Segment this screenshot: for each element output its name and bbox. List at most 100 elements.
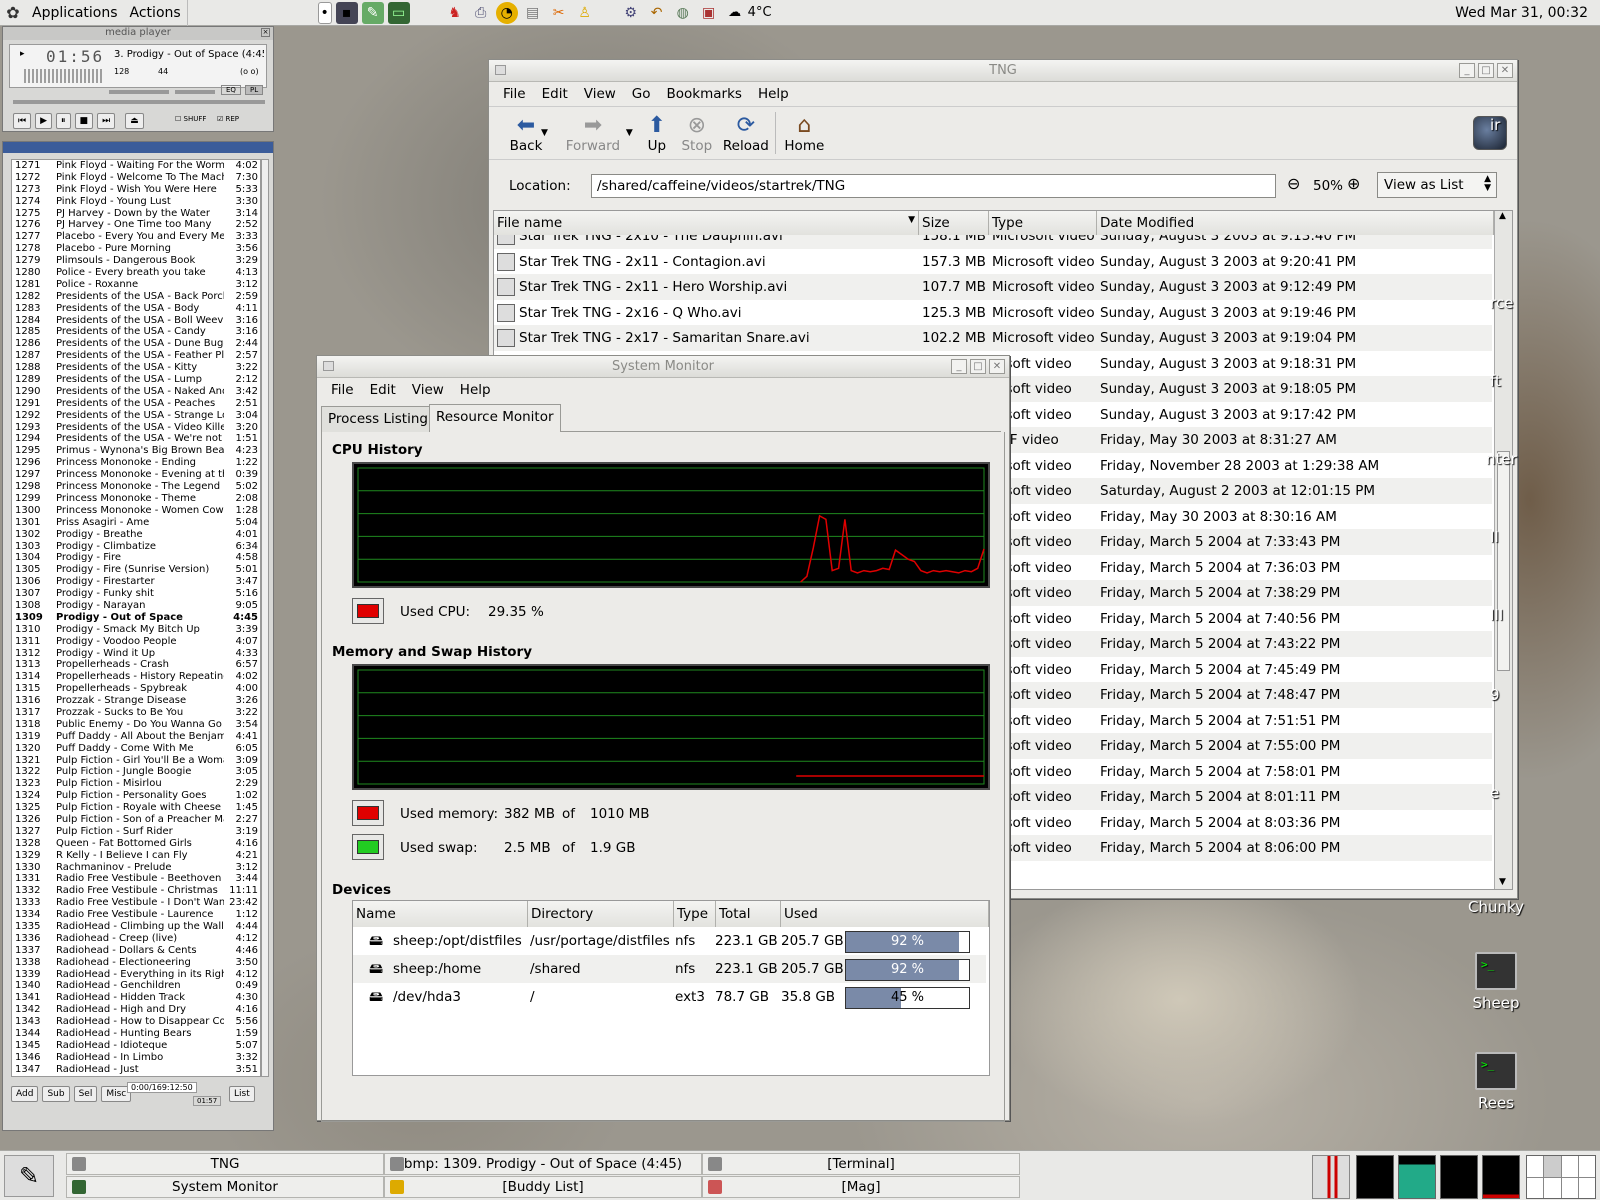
notes-icon[interactable]: ▤ (522, 2, 544, 24)
playlist-item[interactable]: 1279 Plimsouls - Dangerous Book 3:29 (12, 255, 260, 267)
memory-color-button[interactable] (352, 800, 384, 826)
gnome-foot-icon[interactable]: ✿ (2, 2, 24, 24)
desktop-icon-label-fragment[interactable]: e (1490, 784, 1499, 802)
playlist-item[interactable]: 1327 Pulp Fiction - Surf Rider 3:19 (12, 826, 260, 838)
device-row[interactable]: 🖴 sheep:/opt/distfiles/usr/portage/distfi… (353, 927, 986, 955)
desktop-icon-label-fragment[interactable]: III (1490, 606, 1503, 624)
up-button[interactable]: ⬆ Up (637, 112, 677, 155)
cpu-color-button[interactable] (352, 598, 384, 624)
playlist-item[interactable]: 1325 Pulp Fiction - Royale with Cheese 1:4… (12, 802, 260, 814)
zoom-level[interactable]: 50% (1313, 178, 1343, 194)
desktop-icon-rees[interactable]: >_ Rees (1456, 1052, 1536, 1112)
playlist-item[interactable]: 1321 Pulp Fiction - Girl You'll Be a Woma… (12, 755, 260, 767)
playlist-item[interactable]: 1326 Pulp Fiction - Son of a Preacher Man… (12, 814, 260, 826)
dev-col-total[interactable]: Total (716, 901, 781, 927)
terminal-launcher-icon[interactable]: ▪ (335, 1, 358, 24)
playlist-item[interactable]: 1341 RadioHead - Hidden Track 4:30 (12, 992, 260, 1004)
playlist-item[interactable]: 1342 RadioHead - High and Dry 4:16 (12, 1004, 260, 1016)
playlist-item[interactable]: 1272 Pink Floyd - Welcome To The Machine 7… (12, 172, 260, 184)
applications-menu[interactable]: Applications (26, 0, 124, 26)
play-icon[interactable]: ▶ (35, 113, 53, 129)
playlist-toggle[interactable]: PL (245, 85, 264, 95)
stop-button[interactable]: ⊗ Stop (677, 112, 717, 155)
playlist-item[interactable]: 1317 Prozzak - Sucks to Be You 3:22 (12, 707, 260, 719)
playlist-item[interactable]: 1340 RadioHead - Genchildren 0:49 (12, 980, 260, 992)
playlist-item[interactable]: 1312 Prodigy - Wind it Up 4:33 (12, 648, 260, 660)
desktop-icon-sheep[interactable]: >_ Sheep (1456, 952, 1536, 1012)
menu-help[interactable]: Help (452, 382, 499, 398)
playlist-item[interactable]: 1324 Pulp Fiction - Personality Goes 1:02 (12, 790, 260, 802)
forward-button[interactable]: ➡ Forward (554, 112, 632, 155)
column-date-modified[interactable]: Date Modified (1097, 211, 1494, 235)
playlist-item[interactable]: 1293 Presidents of the USA - Video Killed… (12, 422, 260, 434)
playlist-item[interactable]: 1292 Presidents of the USA - Strange Love… (12, 410, 260, 422)
playlist-scrollbar[interactable] (261, 159, 269, 1077)
playlist-item[interactable]: 1305 Prodigy - Fire (Sunrise Version) 5:01 (12, 564, 260, 576)
menu-view[interactable]: View (576, 86, 624, 102)
tools-launcher-icon[interactable]: ✎ (361, 1, 384, 24)
workspace-5[interactable] (1527, 1177, 1544, 1198)
desktop-icon-label-fragment[interactable]: II (1490, 528, 1499, 546)
zoom-in-icon[interactable]: ⊕ (1347, 174, 1360, 193)
workspace-1[interactable] (1527, 1156, 1544, 1177)
workspace-4[interactable] (1578, 1156, 1595, 1177)
playlist-item[interactable]: 1298 Princess Mononoke - The Legend 5:02 (12, 481, 260, 493)
playlist-item[interactable]: 1300 Princess Mononoke - Women Cow 1:28 (12, 505, 260, 517)
stop-icon[interactable]: ■ (74, 113, 94, 129)
window-menu-icon[interactable] (323, 361, 334, 371)
desktop-icon-label-fragment[interactable]: ft (1490, 372, 1501, 390)
actions-menu[interactable]: Actions (124, 0, 188, 26)
playlist-item[interactable]: 1323 Pulp Fiction - Misirlou 2:29 (12, 778, 260, 790)
media-player-close-icon[interactable]: × (261, 28, 270, 37)
device-row[interactable]: 🖴 sheep:/home/shared nfs 223.1 GB 205.7 GB 92… (353, 955, 986, 983)
seek-slider[interactable] (13, 100, 265, 104)
minimize-icon[interactable]: _ (951, 359, 967, 374)
workspace-switcher[interactable] (1526, 1155, 1596, 1199)
playlist-item[interactable]: 1330 Rachmaninov - Prelude 3:12 (12, 862, 260, 874)
dev-col-used[interactable]: Used (781, 901, 989, 927)
scrollbar-thumb[interactable] (1497, 451, 1510, 671)
playlist-item[interactable]: 1332 Radio Free Vestibule - Christmas 11:1… (12, 885, 260, 897)
playlist-item[interactable]: 1296 Princess Mononoke - Ending 1:22 (12, 457, 260, 469)
desktop-icon-label-fragment[interactable]: ir (1490, 116, 1500, 134)
playlist-item[interactable]: 1299 Princess Mononoke - Theme 2:08 (12, 493, 260, 505)
printer-icon[interactable]: ⎙ (470, 2, 492, 24)
playlist-item[interactable]: 1334 Radio Free Vestibule - Laurence 1:12 (12, 909, 260, 921)
playlist-item[interactable]: 1315 Propellerheads - Spybreak 4:00 (12, 683, 260, 695)
menu-view[interactable]: View (404, 382, 452, 398)
playlist-item[interactable]: 1337 Radiohead - Dollars & Cents 4:46 (12, 945, 260, 957)
playlist-item[interactable]: 1289 Presidents of the USA - Lump 2:12 (12, 374, 260, 386)
playlist-item[interactable]: 1281 Police - Roxanne 3:12 (12, 279, 260, 291)
playlist-item[interactable]: 1282 Presidents of the USA - Back Porch 2:… (12, 291, 260, 303)
playlist-item[interactable]: 1329 R Kelly - I Believe I can Fly 4:21 (12, 850, 260, 862)
task-tng[interactable]: TNG (66, 1153, 384, 1175)
menu-help[interactable]: Help (750, 86, 797, 102)
list-button[interactable]: List (229, 1086, 255, 1102)
menu-file[interactable]: File (495, 86, 534, 102)
playlist-item[interactable]: 1284 Presidents of the USA - Boll Weevil 3… (12, 315, 260, 327)
maximize-icon[interactable]: □ (970, 359, 986, 374)
playlist-item[interactable]: 1307 Prodigy - Funky shit 5:16 (12, 588, 260, 600)
back-history-icon[interactable]: ▼ (541, 128, 548, 138)
battery-icon[interactable]: ▣ (698, 2, 720, 24)
menu-bookmarks[interactable]: Bookmarks (659, 86, 750, 102)
task-terminal[interactable]: [Terminal] (702, 1153, 1020, 1175)
volume-slider[interactable] (109, 90, 169, 94)
playlist-item[interactable]: 1319 Puff Daddy - All About the Benjamins… (12, 731, 260, 743)
next-icon[interactable]: ⏭ (97, 113, 116, 129)
dev-col-directory[interactable]: Directory (528, 901, 674, 927)
playlist-item[interactable]: 1311 Prodigy - Voodoo People 4:07 (12, 636, 260, 648)
zoom-out-icon[interactable]: ⊖ (1287, 174, 1300, 193)
playlist-item[interactable]: 1343 RadioHead - How to Disappear Complet… (12, 1016, 260, 1028)
playlist-item[interactable]: 1275 PJ Harvey - Down by the Water 3:14 (12, 208, 260, 220)
playlist-item[interactable]: 1303 Prodigy - Climbatize 6:34 (12, 541, 260, 553)
location-input[interactable]: /shared/caffeine/videos/startrek/TNG (591, 174, 1276, 198)
clock-launcher-icon[interactable]: ◔ (495, 1, 518, 24)
sub-button[interactable]: Sub (42, 1086, 70, 1102)
playlist-item[interactable]: 1294 Presidents of the USA - We're not go… (12, 433, 260, 445)
eq-toggle[interactable]: EQ (221, 85, 241, 95)
task-bmp[interactable]: bmp: 1309. Prodigy - Out of Space (4:45) (384, 1153, 702, 1175)
panel-clock[interactable]: Wed Mar 31, 00:32 (1455, 5, 1600, 21)
playlist-item[interactable]: 1328 Queen - Fat Bottomed Girls 4:16 (12, 838, 260, 850)
desktop-icon-label-fragment[interactable]: nter (1486, 450, 1517, 468)
